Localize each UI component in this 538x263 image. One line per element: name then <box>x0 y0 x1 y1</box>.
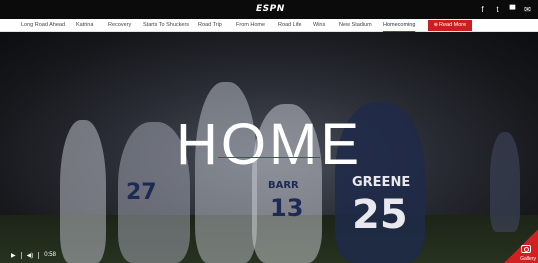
nav-item-recovery[interactable]: Recovery <box>108 19 131 32</box>
plus-circle-icon: ⊕ <box>433 22 438 28</box>
espn-logo[interactable]: ESPN <box>256 4 285 15</box>
nav-item-new-stadium[interactable]: New Stadium <box>339 19 372 32</box>
jersey-number: 27 <box>126 180 157 205</box>
nav-item-road-trip[interactable]: Road Trip <box>198 19 222 32</box>
facebook-icon[interactable]: f <box>478 4 487 15</box>
read-more-label: Read More <box>438 22 467 28</box>
nav-item-wins[interactable]: Wins <box>313 19 325 32</box>
jersey-name: GREENE <box>352 175 411 190</box>
video-controls: ▶ ◀) 0:58 <box>11 250 56 260</box>
title-underline <box>218 157 320 158</box>
nav-item-katrina[interactable]: Katrina <box>76 19 93 32</box>
camera-icon <box>521 245 531 253</box>
video-time: 0:58 <box>44 252 56 258</box>
volume-icon[interactable]: ◀) <box>27 252 34 259</box>
jersey-number: 25 <box>352 192 408 238</box>
divider <box>38 251 40 259</box>
nav-item-road-life[interactable]: Road Life <box>278 19 302 32</box>
twitter-icon[interactable]: t <box>493 4 502 15</box>
email-icon[interactable]: ✉ <box>523 4 532 15</box>
chapter-nav: Long Road Ahead Katrina Recovery Starts … <box>0 19 538 32</box>
nav-item-long-road-ahead[interactable]: Long Road Ahead <box>21 19 65 32</box>
gallery-label: Gallery <box>520 256 536 262</box>
nav-item-homecoming[interactable]: Homecoming <box>383 19 416 32</box>
jersey-name: BARR <box>268 180 299 191</box>
hero-video[interactable]: 27 13 25 GREENE BARR HOME <box>0 32 538 263</box>
jersey-number: 13 <box>270 194 304 222</box>
play-icon[interactable]: ▶ <box>11 252 16 259</box>
nav-item-from-home[interactable]: From Home <box>236 19 265 32</box>
top-bar: ESPN f t ▀ ✉ <box>0 0 538 19</box>
hero-title: HOME <box>176 112 362 177</box>
gallery-button[interactable]: Gallery <box>504 229 538 263</box>
nav-item-starts-to-shuckers[interactable]: Starts To Shuckers <box>143 19 189 32</box>
comment-icon[interactable]: ▀ <box>508 4 517 15</box>
divider <box>20 251 22 259</box>
read-more-button[interactable]: ⊕Read More <box>428 20 472 31</box>
social-links: f t ▀ ✉ <box>478 4 532 15</box>
